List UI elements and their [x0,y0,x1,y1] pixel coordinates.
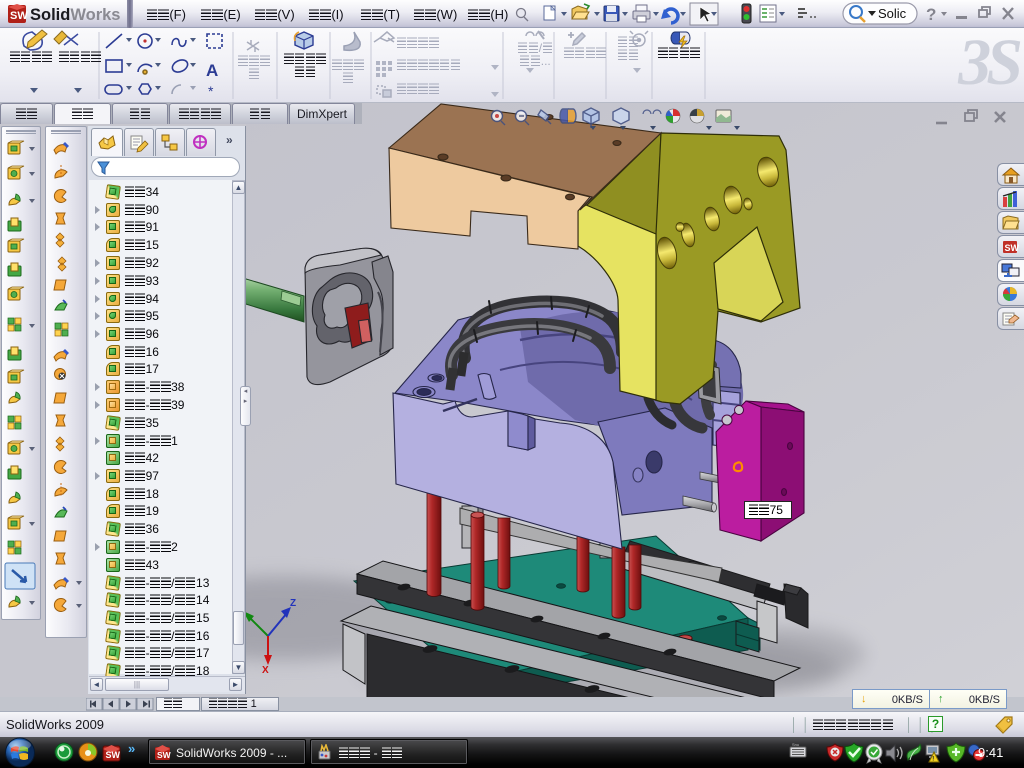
svg-text:SolidWorks: SolidWorks [30,6,120,24]
svg-text:Solic: Solic [878,6,907,21]
svg-text:A: A [206,61,218,80]
svg-text:X: X [262,665,269,676]
svg-text:Snu: Snu [792,742,799,747]
svg-text:»: » [128,741,135,756]
svg-text:Z: Z [290,598,296,609]
svg-text:SW: SW [10,10,28,22]
svg-text:SW: SW [106,750,121,760]
svg-text:SW: SW [1005,243,1020,253]
svg-text:!: ! [932,757,934,763]
svg-text:*: * [208,83,214,99]
svg-text:SW: SW [157,750,171,760]
svg-text:?: ? [926,5,936,24]
